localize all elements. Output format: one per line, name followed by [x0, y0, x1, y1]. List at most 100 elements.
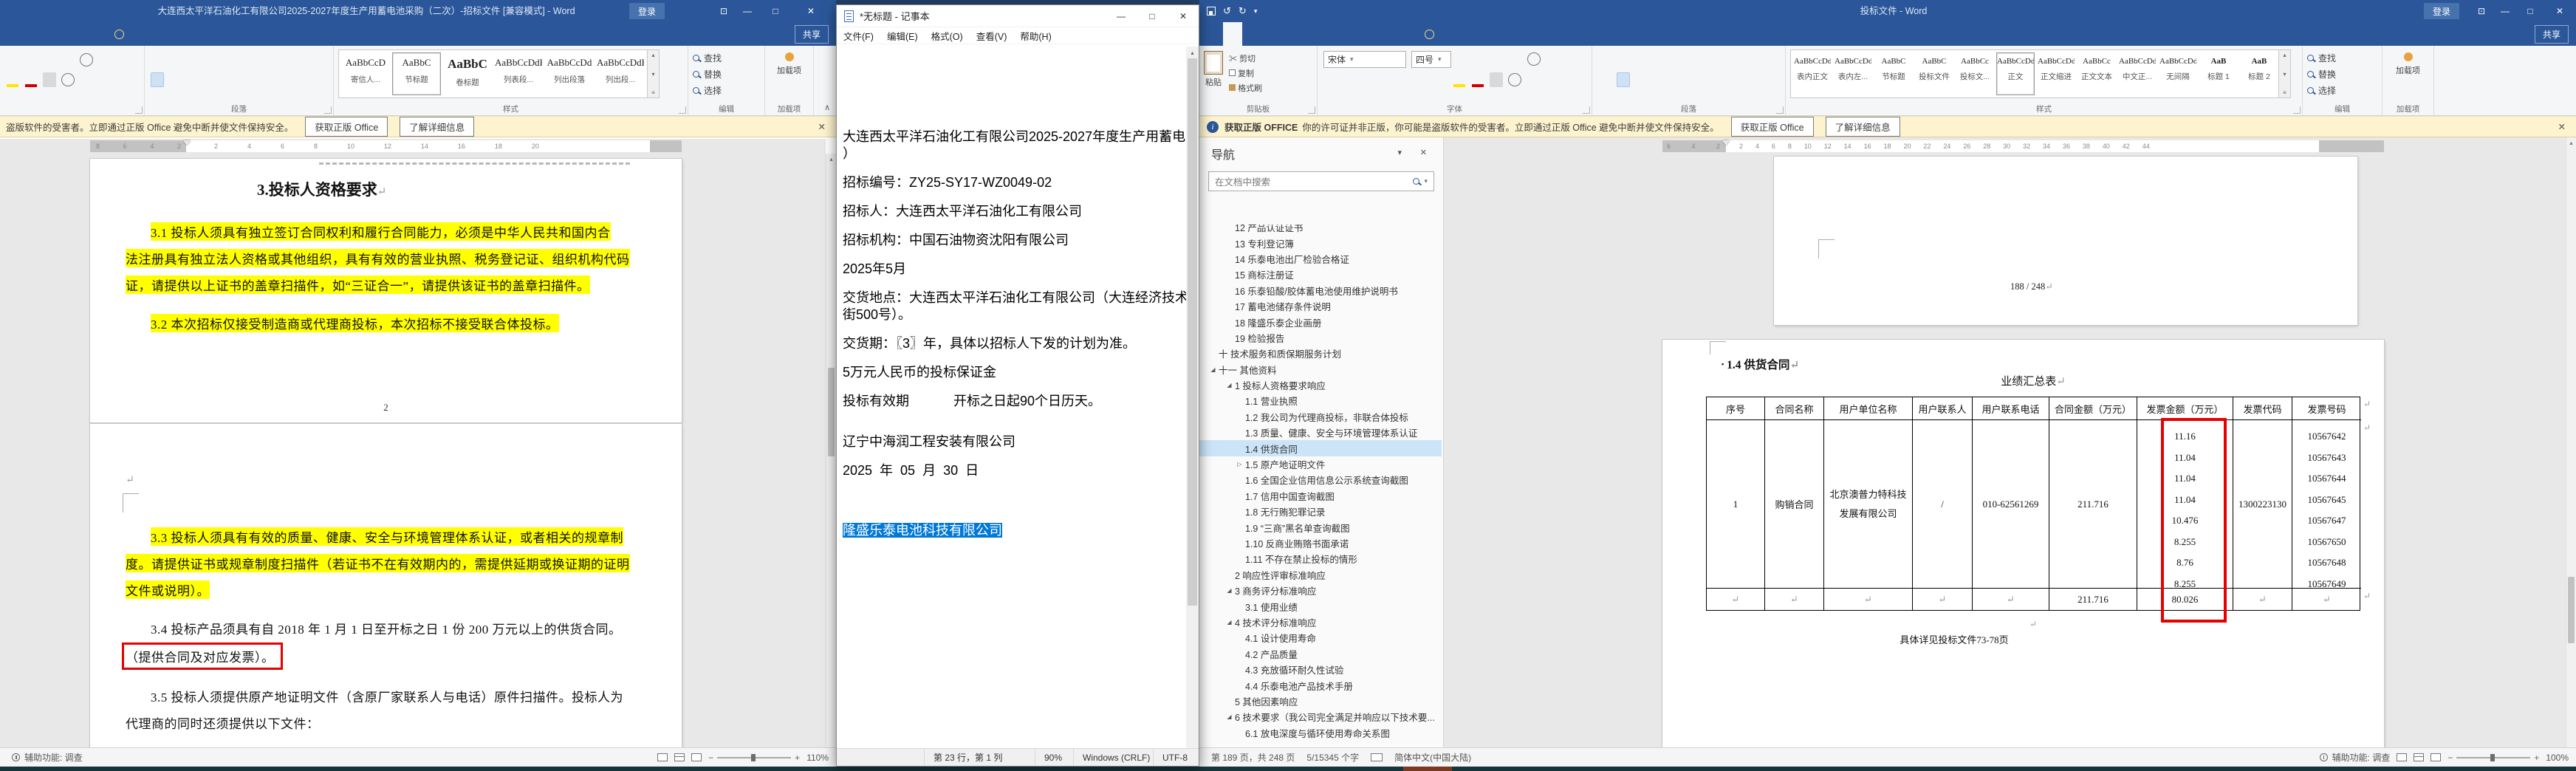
- nav-heading-item[interactable]: 4.4 乐泰电池产品技术手册: [1199, 677, 1442, 693]
- close-warning-icon[interactable]: ✕: [2558, 121, 2566, 132]
- document-page-1[interactable]: 3.投标人资格要求↵ 3.1 投标人须具有独立签订合同权利和履行合同能力，必须是…: [89, 158, 682, 423]
- font-icon[interactable]: [6, 52, 19, 67]
- close-button[interactable]: ✕: [2548, 0, 2572, 22]
- nav-heading-item[interactable]: 5 其他因素响应: [1199, 693, 1442, 709]
- close-warning-icon[interactable]: ✕: [818, 121, 826, 132]
- style-item[interactable]: AaBbCcDdE 正文缩进: [2037, 52, 2075, 95]
- ribbon-tab[interactable]: [86, 22, 105, 46]
- expand-icon[interactable]: ◢: [1224, 713, 1235, 720]
- nav-heading-item[interactable]: 1.2 我公司为代理商投标，非联合体投标: [1199, 409, 1442, 425]
- indent-marker[interactable]: [1722, 140, 1730, 145]
- font-icon[interactable]: [1397, 72, 1411, 87]
- style-item[interactable]: AaBbCcD 寄信人...: [341, 52, 390, 95]
- paragraph-icon[interactable]: [1635, 72, 1648, 87]
- style-item[interactable]: AaBbCcDdE 无间隔: [2159, 52, 2197, 95]
- font-icon[interactable]: [1471, 72, 1484, 87]
- paragraph-icon[interactable]: [151, 72, 164, 87]
- nav-heading-item[interactable]: 12 产品认证证书: [1199, 225, 1442, 235]
- print-layout-icon[interactable]: [2414, 753, 2425, 761]
- menu-item[interactable]: 编辑(E): [880, 29, 925, 43]
- styles-scrollbar[interactable]: ▴ ▾ ≡: [648, 49, 660, 98]
- notepad-text-area[interactable]: 大连西太平洋石油化工有限公司2025-2027年度生产用蓄电池采购（二次 ） 招标编…: [837, 47, 1186, 748]
- search-icon[interactable]: [1413, 178, 1420, 185]
- paragraph-icon[interactable]: [261, 72, 275, 87]
- proofing-icon[interactable]: [1371, 753, 1383, 761]
- ribbon-display-icon[interactable]: ⊡: [712, 0, 736, 22]
- notepad-scrollbar[interactable]: ▴: [1186, 47, 1199, 748]
- nav-heading-item[interactable]: ◢ 十一 其他资料: [1199, 362, 1442, 377]
- font-icon[interactable]: [80, 52, 93, 66]
- font-icon[interactable]: [1456, 52, 1470, 67]
- paragraph-icon[interactable]: [206, 52, 219, 67]
- style-item[interactable]: AaB 标题 2: [2240, 52, 2278, 95]
- paragraph-icon[interactable]: [1709, 52, 1722, 67]
- nav-heading-item[interactable]: 3.1 使用业绩: [1199, 598, 1442, 614]
- font-icon[interactable]: [1342, 72, 1355, 87]
- learn-more-button[interactable]: 了解详细信息: [1825, 117, 1900, 137]
- group-expander-icon[interactable]: [1583, 106, 1590, 114]
- ribbon-tab[interactable]: [1319, 22, 1338, 46]
- expand-icon[interactable]: ◢: [1224, 619, 1235, 626]
- paragraph-icon[interactable]: [280, 52, 293, 67]
- ribbon-tab[interactable]: [1242, 22, 1261, 46]
- styles-scrollbar[interactable]: ▴ ▾ ≡: [2279, 49, 2291, 98]
- paragraph-icon[interactable]: [1727, 52, 1741, 67]
- paragraph-icon[interactable]: [169, 72, 182, 87]
- nav-heading-item[interactable]: ◢ 3 商务评分标准响应: [1199, 583, 1442, 598]
- paragraph-icon[interactable]: [1598, 52, 1611, 67]
- ribbon-tab[interactable]: [1281, 22, 1300, 46]
- menu-item[interactable]: 文件(F): [837, 29, 880, 43]
- addin-icon[interactable]: [784, 52, 794, 61]
- font-icon[interactable]: [1510, 52, 1523, 67]
- qat-customize-icon[interactable]: ▾: [1254, 7, 1258, 16]
- expand-icon[interactable]: ◢: [1208, 366, 1219, 373]
- font-icon[interactable]: [1323, 72, 1337, 87]
- ribbon-tab[interactable]: [1357, 22, 1377, 46]
- paragraph-icon[interactable]: [1690, 52, 1704, 67]
- close-button[interactable]: ✕: [1168, 5, 1199, 27]
- share-button[interactable]: 共享: [794, 24, 829, 44]
- editing-command[interactable]: 查找: [2307, 49, 2377, 66]
- paragraph-icon[interactable]: [1709, 72, 1722, 87]
- indent-marker[interactable]: [183, 140, 191, 145]
- menu-item[interactable]: 格式(O): [925, 29, 970, 43]
- addin-icon[interactable]: [2403, 52, 2413, 61]
- paragraph-icon[interactable]: [1617, 72, 1630, 87]
- cut-button[interactable]: ✂ 剪切: [1229, 52, 1262, 64]
- style-item[interactable]: AaB 标题 1: [2199, 52, 2238, 95]
- nav-heading-item[interactable]: 14 乐泰电池出厂检验合格证: [1199, 251, 1442, 267]
- ribbon-display-icon[interactable]: ⊡: [2470, 0, 2493, 22]
- font-icon[interactable]: [43, 72, 56, 87]
- web-layout-icon[interactable]: [2431, 753, 2442, 761]
- nav-heading-item[interactable]: ◢ 1 投标人资格要求响应: [1199, 377, 1442, 393]
- left-ruler[interactable]: 8 6 4 2 2 4 6 8 10 12 14 16 18 20: [0, 139, 826, 154]
- paragraph-icon[interactable]: [225, 52, 238, 67]
- font-size-select[interactable]: 四号 ▾: [1411, 51, 1451, 68]
- paragraph-icon[interactable]: [1672, 72, 1685, 87]
- font-name-select[interactable]: 宋体 ▾: [1323, 51, 1406, 68]
- paragraph-icon[interactable]: [280, 72, 293, 87]
- editing-command[interactable]: 替换: [2307, 66, 2377, 82]
- notepad-zoom[interactable]: 90%: [1035, 749, 1073, 766]
- nav-heading-item[interactable]: 1.9 “三商”黑名单查询截图: [1199, 519, 1442, 535]
- print-layout-icon[interactable]: [674, 753, 685, 761]
- ribbon-tab[interactable]: [1396, 22, 1415, 46]
- font-icon[interactable]: [1379, 72, 1392, 87]
- addins-button[interactable]: 加载项: [770, 64, 809, 76]
- document-page-2[interactable]: ↵ 3.3 投标人须具有有效的质量、健康、安全与环境管理体系认证，或者相关的规章制…: [89, 423, 682, 747]
- collapse-ribbon-icon[interactable]: ∧: [824, 103, 830, 112]
- nav-heading-item[interactable]: 16 乐泰铅酸/胶体蓄电池使用维护说明书: [1199, 283, 1442, 298]
- style-item[interactable]: AaBbCcDdE 列出段...: [596, 52, 645, 95]
- previous-page-fragment[interactable]: 188 / 248↵: [1773, 156, 2358, 326]
- ribbon-tab[interactable]: [105, 22, 138, 46]
- paste-button[interactable]: 粘贴: [1204, 49, 1223, 103]
- editing-command[interactable]: 选择: [693, 82, 760, 98]
- ribbon-tab[interactable]: [28, 22, 47, 46]
- paragraph-icon[interactable]: [1617, 52, 1630, 67]
- page-indicator[interactable]: 第 189 页，共 248 页: [1211, 751, 1295, 764]
- font-icon[interactable]: [1508, 72, 1521, 86]
- right-ruler[interactable]: 642 2 4 6 8 10 12 14 16 18 20 22 24 26 28 30 32 34 36 38 40…: [1444, 139, 2566, 154]
- maximize-button[interactable]: □: [1137, 5, 1168, 27]
- nav-heading-item[interactable]: 13 专利登记簿: [1199, 235, 1442, 250]
- nav-heading-item[interactable]: 1.6 全国企业信用信息公示系统查询截图: [1199, 472, 1442, 487]
